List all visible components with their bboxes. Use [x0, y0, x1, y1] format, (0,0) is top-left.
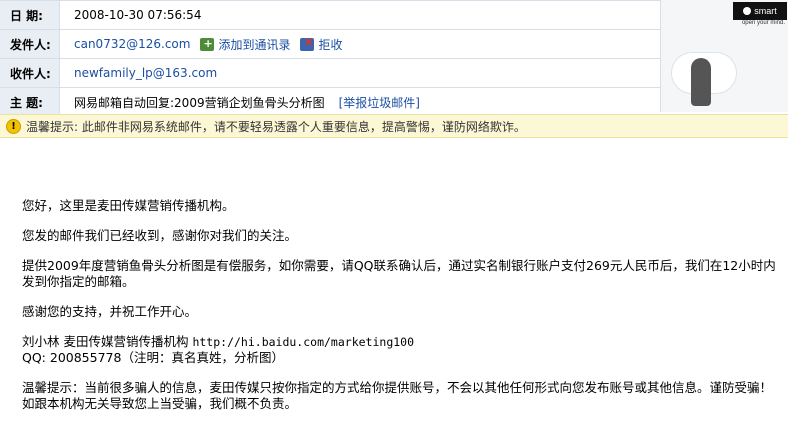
add-contact-icon [200, 37, 215, 51]
warning-icon: ! [6, 118, 21, 134]
date-value: 2008-10-30 07:56:54 [74, 8, 202, 22]
report-spam-link[interactable]: [举报垃圾邮件] [339, 94, 420, 111]
message-notice: 温馨提示：当前很多骗人的信息，麦田传媒只按你指定的方式给你提供账号，不会以其他任… [22, 380, 773, 411]
message-offer: 提供2009年度营销鱼骨头分析图是有偿服务，如你需要，请QQ联系确认后，通过实名… [22, 258, 776, 289]
signature-name: 刘小林 麦田传媒营销传播机构 [22, 334, 193, 349]
ad-tagline: open your mind. [741, 20, 785, 26]
reject-button[interactable]: 拒收 [300, 35, 343, 53]
warning-text: 温馨提示: 此邮件非网易系统邮件，请不要轻易透露个人重要信息，提高警惕，谨防网络… [26, 119, 526, 134]
message-greeting: 您好，这里是麦田传媒营销传播机构。 [22, 198, 235, 213]
to-address[interactable]: newfamily_lp@163.com [74, 66, 217, 80]
from-label: 发件人: [0, 30, 60, 58]
mail-header: 日 期: 2008-10-30 07:56:54 发件人: can0732@12… [0, 0, 660, 117]
signature: 刘小林 麦田传媒营销传播机构 http://hi.baidu.com/marke… [22, 334, 778, 366]
from-row: 发件人: can0732@126.com 添加到通讯录 拒收 [0, 30, 660, 59]
smart-ad-banner[interactable]: smart open your mind. [660, 0, 788, 112]
to-row: 收件人: newfamily_lp@163.com [0, 59, 660, 88]
date-label: 日 期: [0, 1, 60, 29]
date-row: 日 期: 2008-10-30 07:56:54 [0, 0, 660, 30]
from-address[interactable]: can0732@126.com [74, 37, 190, 51]
add-contact-label: 添加到通讯录 [218, 37, 291, 52]
message-body: 您好，这里是麦田传媒营销传播机构。 您发的邮件我们已经收到，感谢你对我们的关注。… [22, 198, 778, 426]
to-label: 收件人: [0, 59, 60, 87]
subject-label: 主 题: [0, 88, 60, 116]
add-contact-button[interactable]: 添加到通讯录 [200, 36, 290, 53]
person-image [691, 58, 711, 106]
reject-icon [300, 35, 315, 51]
signature-url: http://hi.baidu.com/marketing100 [192, 335, 415, 349]
smart-logo-icon [743, 7, 752, 15]
ad-brand: smart [754, 6, 777, 16]
message-thanks: 感谢您的支持，并祝工作开心。 [22, 304, 198, 319]
subject-value: 网易邮箱自动回复:2009营销企划鱼骨头分析图 [74, 95, 325, 110]
signature-qq: QQ: 200855778（注明：真名真姓，分析图） [22, 350, 284, 365]
smart-logo: smart [733, 2, 787, 20]
reject-label: 拒收 [318, 37, 343, 52]
subject-row: 主 题: 网易邮箱自动回复:2009营销企划鱼骨头分析图 [举报垃圾邮件] [0, 88, 660, 117]
security-warning-bar: ! 温馨提示: 此邮件非网易系统邮件，请不要轻易透露个人重要信息，提高警惕，谨防… [0, 114, 788, 138]
message-received: 您发的邮件我们已经收到，感谢你对我们的关注。 [22, 228, 298, 243]
